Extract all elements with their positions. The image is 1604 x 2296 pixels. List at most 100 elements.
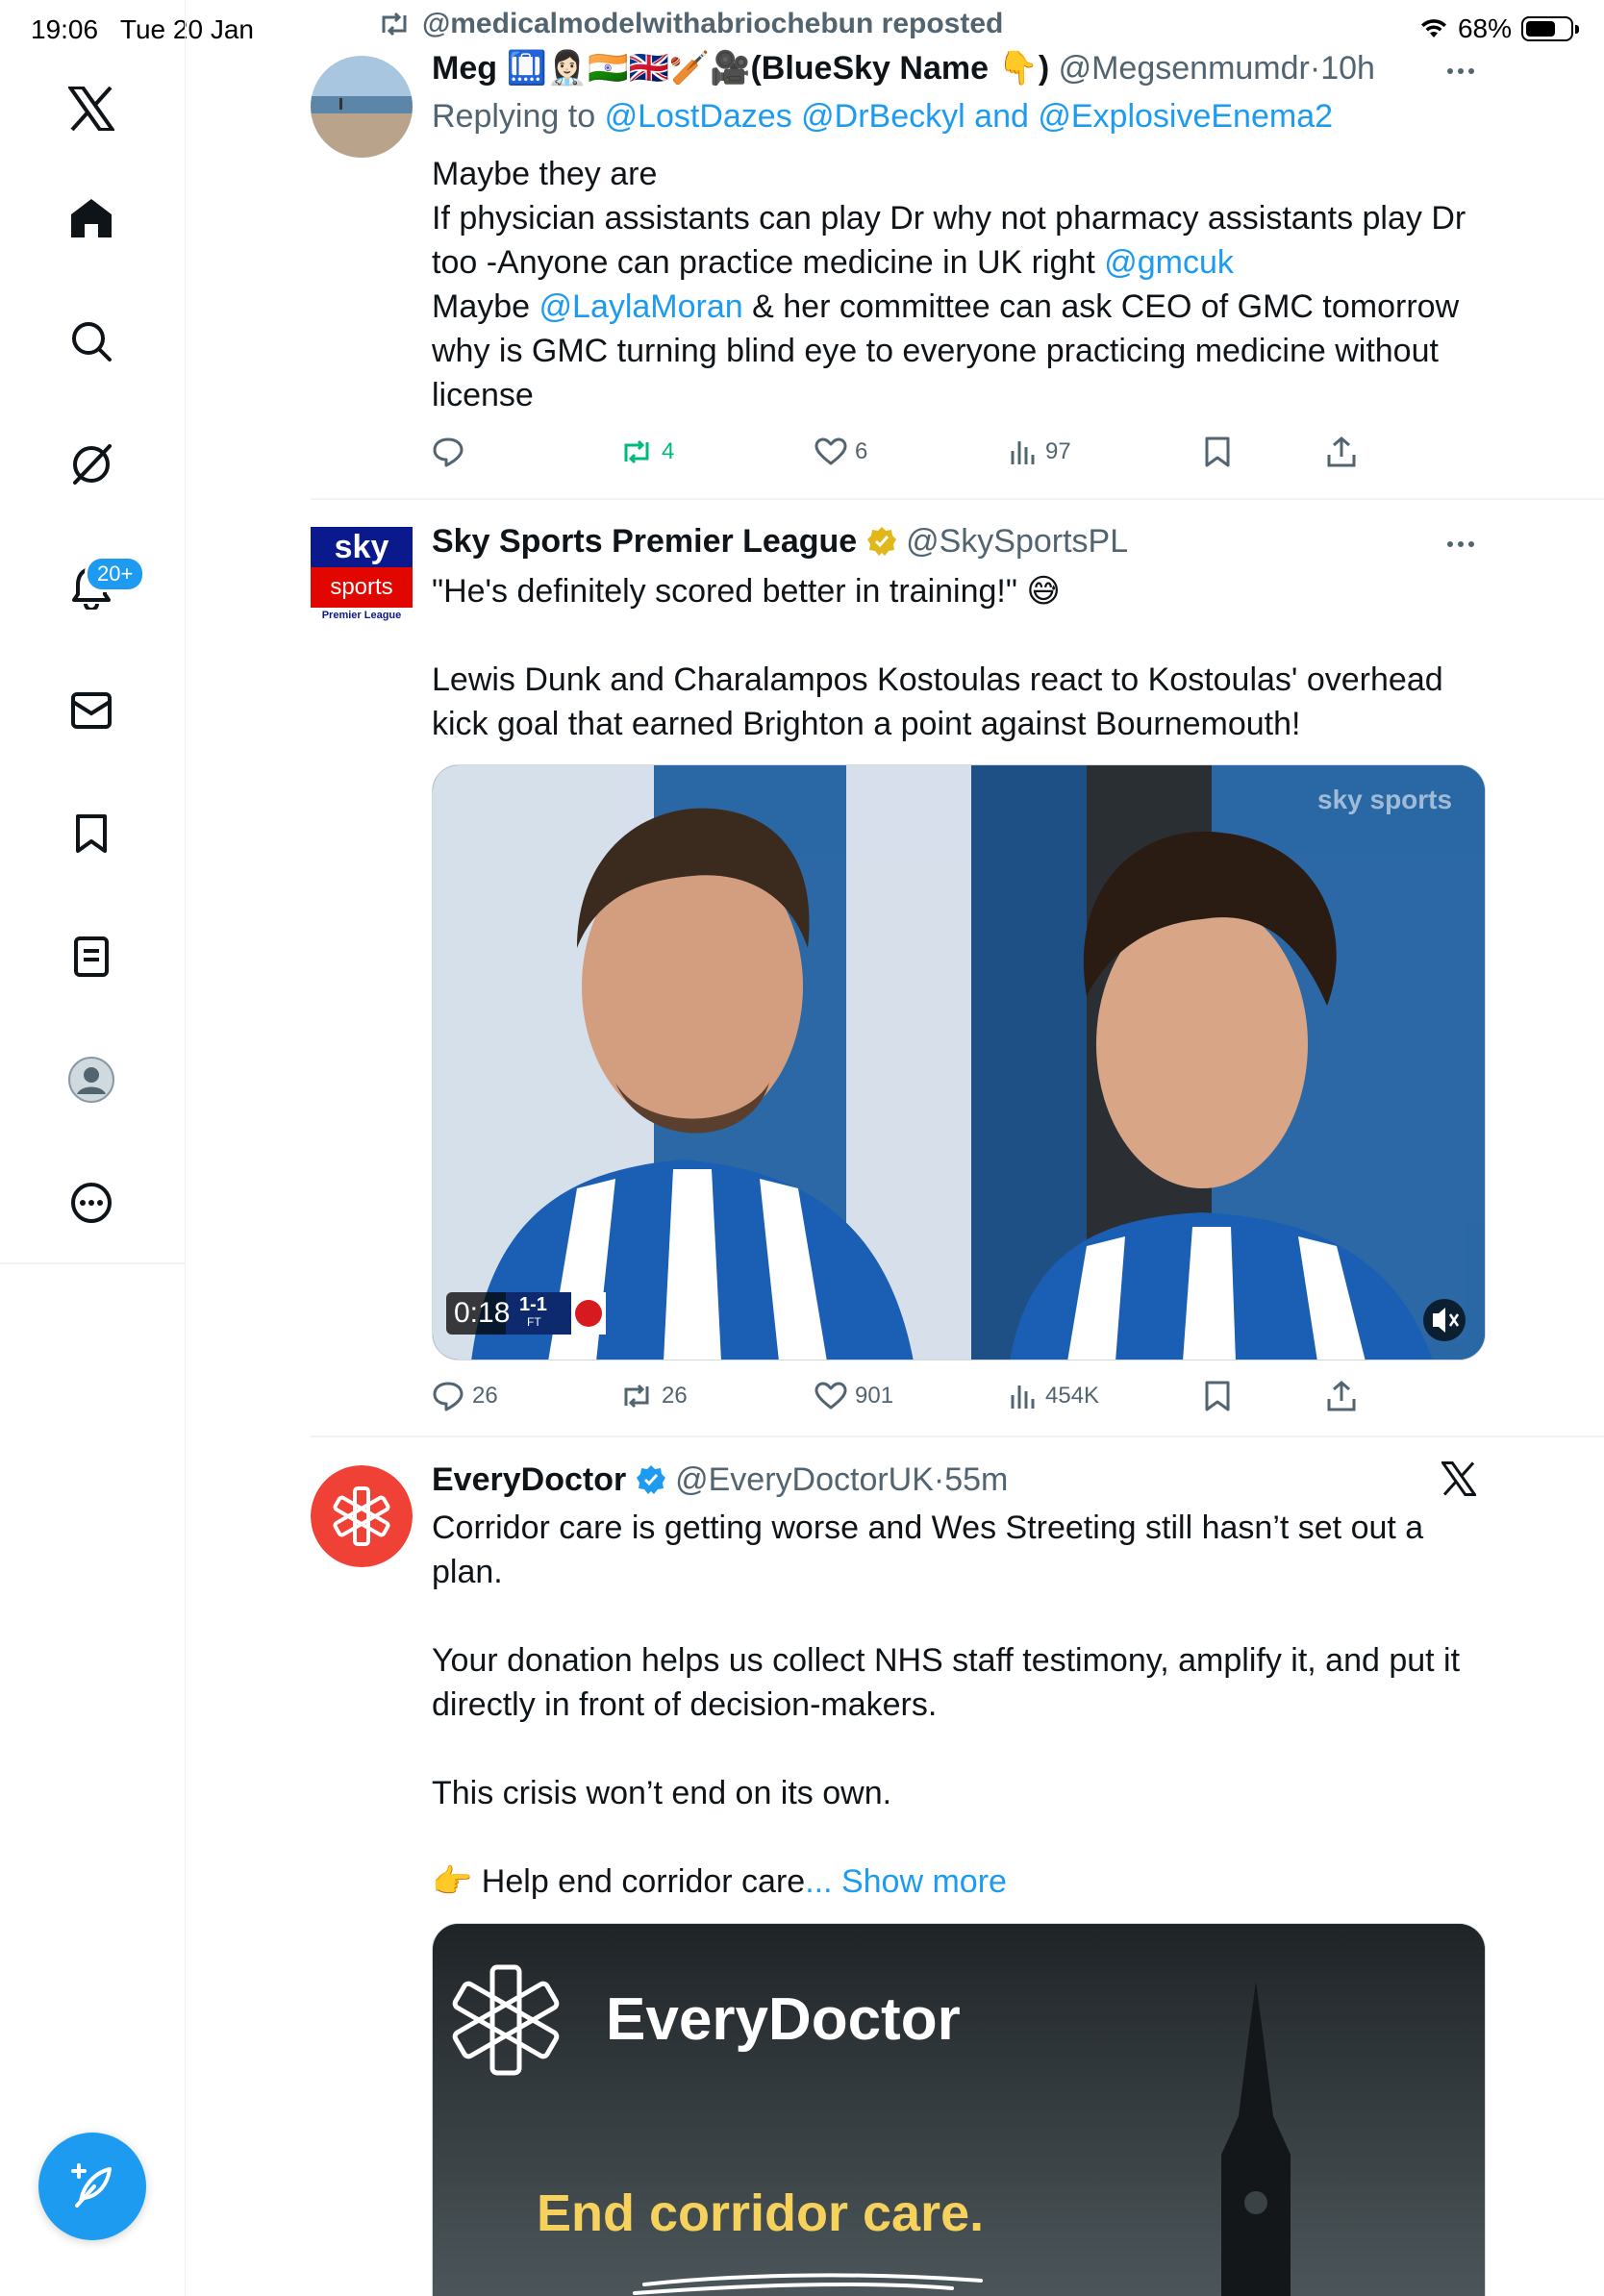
timestamp[interactable]: 10h: [1320, 50, 1375, 87]
tweet-paragraph: Your donation helps us collect NHS staff…: [432, 1642, 1461, 1723]
share-icon: [1327, 1381, 1356, 1411]
tweet-paragraph: 👉 Help end corridor care... Show more: [432, 1859, 1486, 1904]
avatar[interactable]: [311, 56, 413, 158]
repost-button[interactable]: 4: [619, 431, 674, 473]
x-logo-icon: [1440, 1461, 1478, 1496]
share-button[interactable]: [1326, 431, 1357, 473]
tweet-actions: 4 6 97: [432, 431, 1393, 473]
tweet-line-text: Maybe: [432, 288, 531, 325]
reply-mentions[interactable]: @LostDazes @DrBeckyl: [605, 98, 965, 135]
pointing-down-emoji: 👇: [997, 50, 1039, 87]
tweet-line: "He's definitely scored better in traini…: [432, 569, 1486, 613]
repost-icon: [382, 12, 407, 37]
tweet-header: EveryDoctor @EveryDoctorUK·55m: [432, 1460, 1486, 1500]
handle[interactable]: @EveryDoctorUK: [675, 1461, 934, 1498]
sidebar-item-more[interactable]: [58, 1169, 125, 1236]
show-more-link[interactable]: ... Show more: [805, 1863, 1007, 1900]
bookmark-icon: [1205, 1381, 1230, 1411]
mention-link[interactable]: @gmcuk: [1104, 244, 1234, 281]
replying-prefix: Replying to: [432, 98, 596, 135]
separator-dot: ·: [1309, 50, 1321, 87]
sidebar-item-grok[interactable]: [58, 431, 125, 498]
handle[interactable]: @SkySportsPL: [906, 523, 1128, 560]
grok-icon: [73, 444, 112, 485]
profile-icon: [68, 1057, 114, 1103]
avatar[interactable]: sky sports Premier League: [311, 527, 413, 629]
timestamp[interactable]: 55m: [944, 1461, 1008, 1498]
tweet-paragraph-text: Help end corridor care: [481, 1863, 806, 1900]
tweet-paragraph: This crisis won’t end on its own.: [432, 1775, 892, 1811]
more-options-icon[interactable]: [1447, 62, 1486, 81]
handle[interactable]: @Megsenmumdr: [1059, 50, 1310, 87]
sidebar-item-profile[interactable]: [58, 1046, 125, 1113]
replying-to: Replying to @LostDazes @DrBeckyl and @Ex…: [432, 96, 1486, 137]
more-options-icon[interactable]: [1447, 535, 1486, 554]
x-logo-icon: [68, 87, 114, 131]
bookmark-icon: [1205, 437, 1230, 467]
tweet-text: Corridor care is getting worse and Wes S…: [432, 1506, 1486, 1904]
ad-card-tagline: End corridor care.: [537, 2184, 985, 2242]
avatar[interactable]: [311, 1465, 413, 1567]
display-name[interactable]: Sky Sports Premier League: [432, 523, 857, 560]
reply-count: 26: [472, 1383, 498, 1409]
tweet-line: Maybe they are: [432, 156, 658, 192]
tweet-divider: [311, 498, 1604, 500]
x-logo-ad-icon[interactable]: [1440, 1461, 1478, 1501]
display-name[interactable]: Meg: [432, 50, 497, 87]
repost-label[interactable]: @medicalmodelwithabriochebun reposted: [422, 8, 1003, 40]
bookmark-button[interactable]: [1204, 431, 1231, 473]
video-player[interactable]: 0:18 1-1 FT sky sports: [432, 764, 1486, 1360]
sidebar-item-messages[interactable]: [58, 677, 125, 744]
display-name[interactable]: EveryDoctor: [432, 1461, 626, 1498]
ad-card-image[interactable]: EveryDoctor End corridor care.: [432, 1923, 1486, 2296]
video-score: 1-1: [519, 1294, 547, 1315]
repost-count: 26: [662, 1383, 688, 1409]
ad-card-brand: EveryDoctor: [606, 1986, 961, 2053]
everydoctor-logo-icon: [311, 1465, 413, 1567]
tweet-actions: 26 26 901 454K: [432, 1375, 1393, 1417]
sidebar: 20+: [0, 0, 186, 2296]
sidebar-item-lists[interactable]: [58, 923, 125, 990]
video-frame-interview: [433, 765, 1485, 1360]
view-count: 454K: [1045, 1383, 1100, 1409]
reply-button[interactable]: 26: [432, 1375, 498, 1417]
repost-count: 4: [662, 438, 675, 464]
tweet-header: Meg 🛄👩🏻‍⚕️🇮🇳🇬🇧🏏🎥(BlueSky Name 👇) @Megsen…: [432, 48, 1486, 88]
views-button[interactable]: 454K: [1009, 1375, 1099, 1417]
compose-feather-icon: [71, 2163, 112, 2208]
view-count: 97: [1045, 438, 1071, 464]
repost-button[interactable]: 26: [619, 1375, 688, 1417]
sidebar-item-home[interactable]: [58, 185, 125, 252]
mention-link[interactable]: @LaylaMoran: [539, 288, 743, 325]
separator-dot: ·: [933, 1461, 945, 1498]
share-button[interactable]: [1326, 1375, 1357, 1417]
heart-icon: [815, 1382, 847, 1410]
tweet-line: Maybe @LaylaMoran & her committee can as…: [432, 285, 1486, 417]
x-logo[interactable]: [58, 75, 125, 142]
tweet-divider: [311, 1435, 1604, 1437]
sidebar-item-explore[interactable]: [58, 308, 125, 375]
avatar-image-beach: [311, 56, 413, 158]
notifications-badge: 20+: [85, 556, 146, 592]
repost-icon: [624, 1384, 649, 1409]
heart-icon: [815, 437, 847, 465]
like-button[interactable]: 6: [815, 431, 867, 473]
reply-mention-2[interactable]: @ExplosiveEnema2: [1038, 98, 1333, 135]
reply-and: and: [974, 98, 1029, 135]
views-button[interactable]: 97: [1009, 431, 1071, 473]
pointing-right-emoji: 👉: [432, 1863, 473, 1900]
sidebar-divider: [0, 1262, 186, 1264]
tweet-body: Lewis Dunk and Charalampos Kostoulas rea…: [432, 661, 1443, 742]
sidebar-item-bookmarks[interactable]: [58, 800, 125, 867]
repost-context: @medicalmodelwithabriochebun reposted: [378, 8, 1003, 40]
tweet-line: If physician assistants can play Dr why …: [432, 196, 1486, 285]
video-time: 0:18: [454, 1297, 511, 1329]
tweet-quote: "He's definitely scored better in traini…: [432, 573, 1017, 610]
compose-button[interactable]: [38, 2133, 146, 2240]
reply-icon: [433, 1382, 464, 1411]
reply-button[interactable]: [432, 431, 472, 473]
like-count: 6: [855, 438, 868, 464]
like-button[interactable]: 901: [815, 1375, 893, 1417]
mail-icon: [71, 692, 112, 729]
bookmark-button[interactable]: [1204, 1375, 1231, 1417]
